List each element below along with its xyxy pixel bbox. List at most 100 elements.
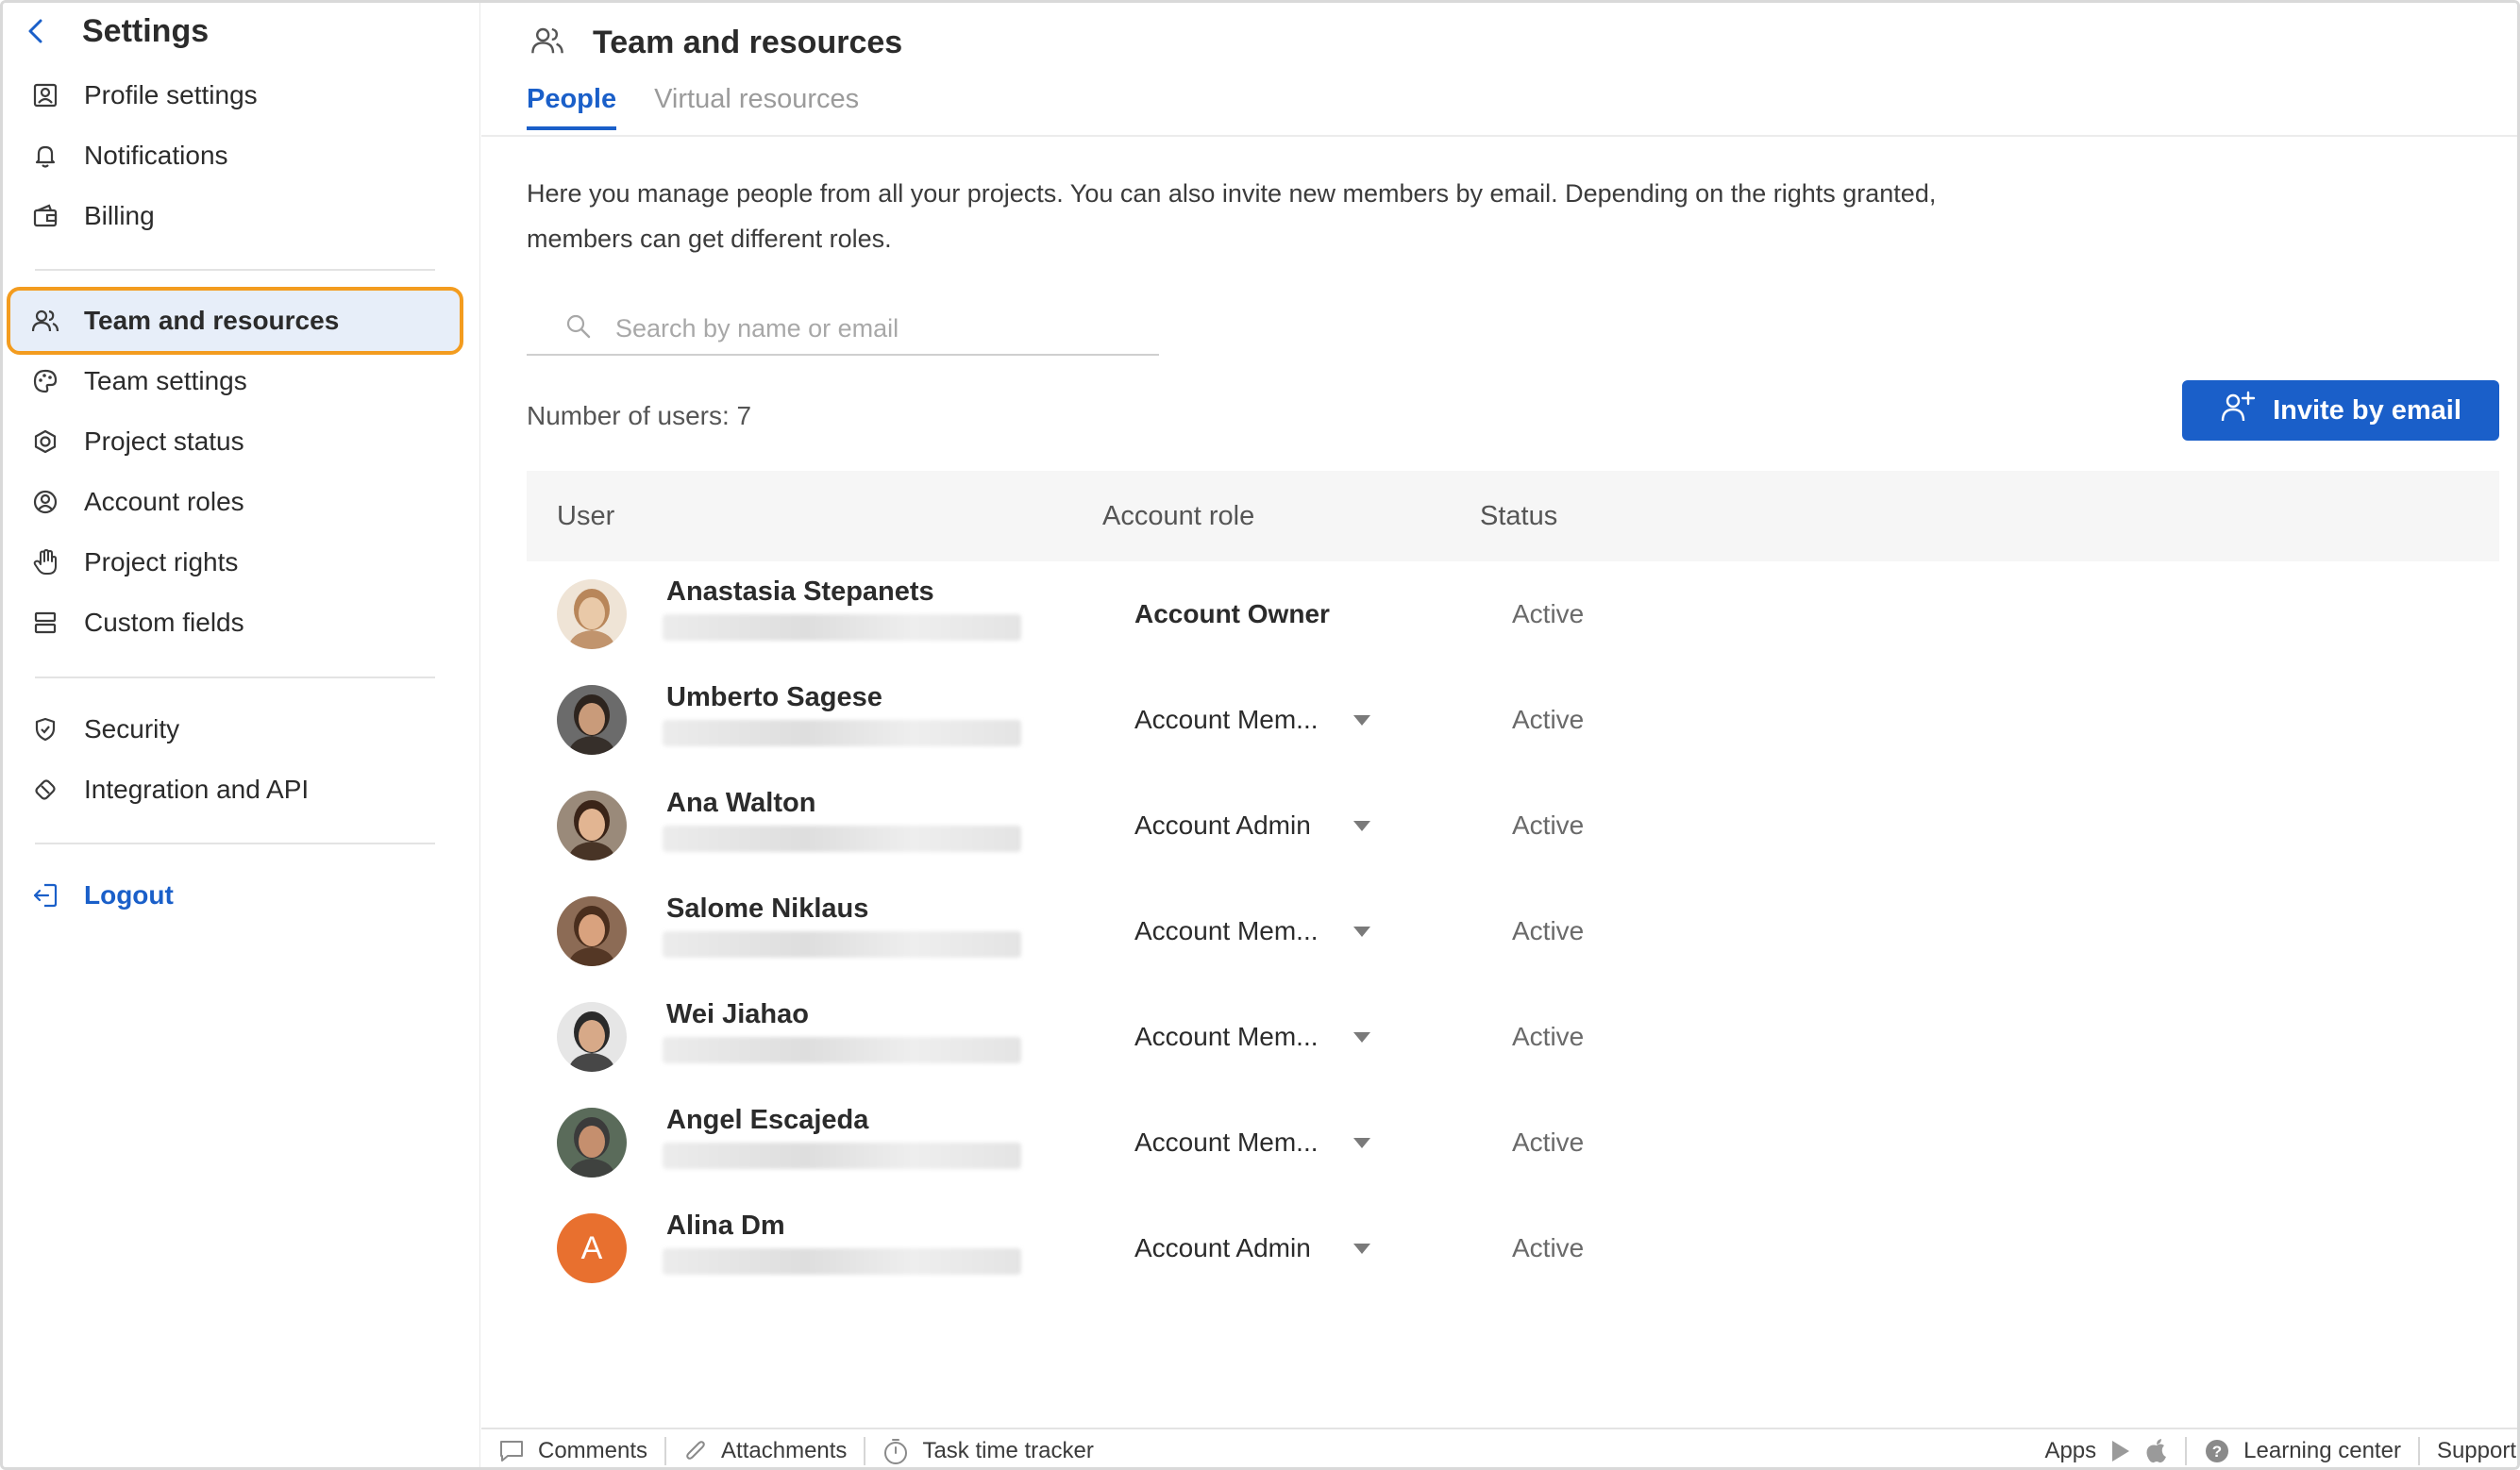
- table-row: Umberto Sagese Account Mem... Active: [527, 667, 2499, 773]
- user-count: Number of users: 7: [527, 401, 752, 430]
- settings-sidebar: Settings Profile settings Notifications …: [3, 3, 480, 1467]
- account-role-dropdown[interactable]: Account Mem...: [1134, 1128, 1319, 1158]
- avatar: [557, 791, 627, 860]
- table-row: Wei Jiahao Account Mem... Active: [527, 984, 2499, 1090]
- logout-label: Logout: [84, 880, 174, 910]
- avatar: [557, 1002, 627, 1072]
- tab-virtual-resources[interactable]: Virtual resources: [654, 84, 859, 130]
- support-link[interactable]: Support: [2420, 1435, 2517, 1467]
- sidebar-item-label: Notifications: [84, 141, 228, 170]
- account-role: Account Owner: [1134, 599, 1330, 628]
- logout-link[interactable]: Logout: [10, 865, 460, 926]
- svg-text:?: ?: [2212, 1443, 2222, 1461]
- sidebar-item-label: Project rights: [84, 547, 239, 576]
- footer-right: Apps ? Learning center Support: [2027, 1435, 2517, 1467]
- sidebar-item-project-rights[interactable]: Project rights: [10, 532, 460, 593]
- account-role-dropdown[interactable]: Account Mem...: [1134, 916, 1319, 946]
- sidebar-item-label: Account roles: [84, 487, 244, 516]
- status-text: Active: [1512, 705, 1585, 734]
- caret-down-icon[interactable]: [1353, 1243, 1370, 1254]
- caret-down-icon[interactable]: [1353, 1137, 1370, 1148]
- invite-button-label: Invite by email: [2273, 394, 2461, 426]
- status-text: Active: [1512, 810, 1585, 840]
- sidebar-item-billing[interactable]: Billing: [10, 186, 460, 246]
- invite-by-email-button[interactable]: Invite by email: [2182, 380, 2499, 441]
- hexagon-icon: [31, 427, 59, 456]
- sidebar-item-label: Profile settings: [84, 80, 258, 109]
- paperclip-icon: [683, 1439, 708, 1463]
- user-circle-icon: [31, 488, 59, 516]
- bell-icon: [31, 142, 59, 170]
- page-description: Here you manage people from all your pro…: [527, 179, 1937, 253]
- apple-icon: [2145, 1438, 2168, 1464]
- avatar: A: [557, 1213, 627, 1283]
- column-header-user: User: [557, 500, 615, 531]
- tab-people[interactable]: People: [527, 84, 617, 130]
- table-row: Angel Escajeda Account Mem... Active: [527, 1090, 2499, 1195]
- shield-icon: [31, 715, 59, 743]
- play-store-icon: [2109, 1439, 2132, 1463]
- redacted-email: [663, 931, 1021, 958]
- table-row: Anastasia Stepanets Account Owner Active: [527, 561, 2499, 667]
- add-user-icon: [2220, 390, 2258, 431]
- time-tracker-link[interactable]: Task time tracker: [865, 1435, 1110, 1467]
- wallet-icon: [31, 202, 59, 230]
- time-tracker-label: Task time tracker: [922, 1438, 1094, 1463]
- team-icon: [31, 307, 59, 335]
- account-role-dropdown[interactable]: Account Admin: [1134, 810, 1311, 841]
- attachments-link[interactable]: Attachments: [666, 1435, 864, 1467]
- search-input[interactable]: [615, 313, 1144, 343]
- comments-link[interactable]: Comments: [481, 1435, 664, 1467]
- sidebar-item-team-settings[interactable]: Team settings: [10, 351, 460, 411]
- sidebar-item-project-status[interactable]: Project status: [10, 411, 460, 472]
- account-role-dropdown[interactable]: Account Mem...: [1134, 1022, 1319, 1052]
- caret-down-icon[interactable]: [1353, 926, 1370, 937]
- sidebar-item-label: Security: [84, 714, 180, 743]
- redacted-email: [663, 1143, 1021, 1169]
- sidebar-item-security[interactable]: Security: [10, 699, 460, 760]
- status-text: Active: [1512, 599, 1585, 628]
- account-role-dropdown[interactable]: Account Admin: [1134, 1233, 1311, 1263]
- redacted-email: [663, 1248, 1021, 1275]
- status-text: Active: [1512, 1233, 1585, 1262]
- back-arrow-icon[interactable]: [24, 19, 48, 43]
- apps-label: Apps: [2044, 1438, 2097, 1463]
- user-card-icon: [31, 81, 59, 109]
- learning-center-link[interactable]: ? Learning center: [2187, 1435, 2418, 1467]
- sidebar-item-integration-and-api[interactable]: Integration and API: [10, 760, 460, 820]
- column-header-status: Status: [1480, 500, 1558, 531]
- tabs-divider: [481, 135, 2517, 137]
- comments-label: Comments: [538, 1438, 648, 1463]
- sidebar-divider: [35, 269, 435, 271]
- caret-down-icon[interactable]: [1353, 1031, 1370, 1043]
- user-name: Salome Niklaus: [666, 894, 869, 924]
- caret-down-icon[interactable]: [1353, 714, 1370, 726]
- user-name: Alina Dm: [666, 1211, 785, 1241]
- caret-down-icon[interactable]: [1353, 820, 1370, 831]
- status-text: Active: [1512, 916, 1585, 945]
- sidebar-item-label: Project status: [84, 426, 244, 456]
- sidebar-item-notifications[interactable]: Notifications: [10, 125, 460, 186]
- fields-icon: [31, 609, 59, 637]
- apps-link[interactable]: Apps: [2027, 1435, 2185, 1467]
- sidebar-title: Settings: [82, 12, 210, 49]
- sidebar-item-account-roles[interactable]: Account roles: [10, 472, 460, 532]
- stopwatch-icon: [882, 1437, 909, 1465]
- sidebar-item-custom-fields[interactable]: Custom fields: [10, 593, 460, 653]
- help-icon: ?: [2204, 1438, 2230, 1464]
- users-table: User Account role Status Anastasia Stepa…: [527, 471, 2499, 1301]
- sidebar-item-label: Billing: [84, 201, 155, 230]
- sidebar-item-team-and-resources[interactable]: Team and resources: [7, 287, 463, 355]
- hand-icon: [31, 548, 59, 576]
- redacted-email: [663, 614, 1021, 641]
- learning-center-label: Learning center: [2243, 1438, 2401, 1463]
- status-text: Active: [1512, 1128, 1585, 1157]
- redacted-email: [663, 1037, 1021, 1063]
- user-name: Umberto Sagese: [666, 682, 882, 712]
- sidebar-item-profile-settings[interactable]: Profile settings: [10, 65, 460, 125]
- avatar: [557, 579, 627, 649]
- table-row: Salome Niklaus Account Mem... Active: [527, 878, 2499, 984]
- user-name: Angel Escajeda: [666, 1105, 869, 1135]
- account-role-dropdown[interactable]: Account Mem...: [1134, 705, 1319, 735]
- sidebar-item-label: Team and resources: [84, 306, 340, 335]
